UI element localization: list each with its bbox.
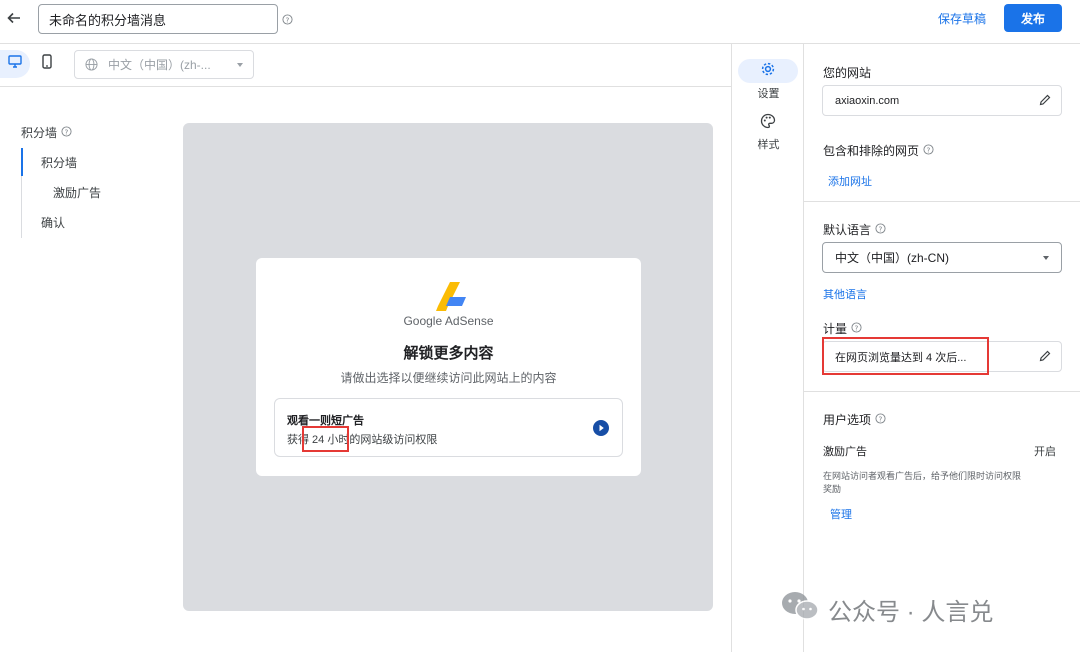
help-icon[interactable]: ? (923, 143, 934, 158)
nav-item-confirm[interactable]: 确认 (41, 214, 65, 231)
watermark: 公众号 · 人言兑 (780, 590, 993, 629)
svg-text:?: ? (927, 145, 931, 154)
pages-label-text: 包含和排除的网页 (823, 144, 920, 158)
back-arrow-icon[interactable] (4, 8, 24, 28)
publish-button[interactable]: 发布 (1004, 4, 1062, 32)
save-draft-button[interactable]: 保存草稿 (928, 4, 996, 32)
nav-active-indicator (21, 148, 23, 176)
measure-label-text: 计量 (823, 322, 848, 336)
adsense-logo-text: Google AdSense (403, 314, 494, 328)
adsense-logo-icon (436, 282, 466, 311)
gear-icon (760, 61, 776, 82)
user-options-label-text: 用户选项 (823, 413, 872, 427)
pencil-icon[interactable] (1039, 350, 1051, 365)
top-bar: ? 保存草稿 发布 (0, 0, 1080, 44)
help-icon[interactable]: ? (282, 12, 293, 30)
help-icon[interactable]: ? (875, 222, 886, 237)
svg-text:?: ? (65, 127, 69, 136)
site-label: 您的网站 (823, 64, 871, 81)
play-arrow-icon (593, 420, 609, 436)
help-icon[interactable]: ? (851, 321, 862, 336)
settings-rail: 设置 样式 (731, 44, 804, 652)
style-tab-label[interactable]: 样式 (732, 136, 805, 152)
unlock-subtitle: 请做出选择以便继续访问此网站上的内容 (340, 371, 557, 385)
nav-item-rewarded-ad[interactable]: 激励广告 (53, 184, 101, 201)
rewarded-ad-label-text: 激励广告 (823, 446, 867, 458)
mobile-icon (42, 54, 52, 74)
message-title-input[interactable] (38, 4, 278, 34)
highlight-box-measure (822, 337, 989, 375)
pencil-icon[interactable] (1039, 94, 1051, 109)
section-divider (804, 201, 1080, 202)
settings-tab-button[interactable] (738, 59, 798, 83)
pages-label: 包含和排除的网页 ? (823, 142, 934, 159)
site-label-text: 您的网站 (823, 66, 872, 80)
settings-tab-label[interactable]: 设置 (732, 85, 805, 101)
default-language-select[interactable]: 中文（中国）(zh-CN) (822, 242, 1062, 273)
help-icon[interactable]: ? (61, 125, 72, 140)
manage-link[interactable]: 管理 (830, 506, 852, 522)
site-value: axiaoxin.com (835, 94, 900, 107)
user-options-label: 用户选项 ? (823, 411, 886, 428)
desktop-icon (8, 55, 22, 73)
rewarded-ad-label: 激励广告 (823, 443, 867, 459)
wechat-icon (780, 590, 820, 629)
chevron-down-icon (1043, 256, 1049, 260)
palette-icon (760, 113, 776, 134)
rewarded-ad-description: 在网站访问者观看广告后，给予他们限时访问权限奖励 (823, 471, 1022, 494)
watermark-text: 公众号 · 人言兑 (828, 599, 994, 626)
svg-text:?: ? (879, 224, 883, 233)
highlight-box-hours (302, 426, 349, 452)
desktop-view-button[interactable] (0, 50, 30, 78)
rewarded-ad-status: 开启 (1034, 446, 1056, 458)
preview-canvas: Google AdSense 解锁更多内容 请做出选择以便继续访问此网站上的内容… (183, 123, 713, 611)
chevron-down-icon (237, 63, 243, 67)
svg-text:?: ? (855, 323, 859, 332)
mobile-view-button[interactable] (36, 50, 58, 78)
default-language-label-text: 默认语言 (823, 223, 872, 237)
unlock-title: 解锁更多内容 (403, 345, 494, 362)
device-toolbar: 中文（中国）(zh-... (0, 44, 731, 87)
nav-heading: 积分墙 ? (21, 124, 161, 141)
svg-text:?: ? (286, 15, 290, 24)
add-url-link[interactable]: 添加网址 (828, 173, 872, 189)
other-languages-link[interactable]: 其他语言 (823, 286, 867, 302)
default-language-label: 默认语言 ? (823, 221, 886, 238)
nav-item-offerwall[interactable]: 积分墙 (41, 154, 77, 171)
help-icon[interactable]: ? (875, 412, 886, 427)
default-language-value: 中文（中国）(zh-CN) (835, 251, 949, 265)
svg-text:?: ? (879, 414, 883, 423)
preview-language-select[interactable]: 中文（中国）(zh-... (74, 50, 254, 79)
style-tab-button[interactable] (738, 111, 798, 135)
globe-icon (85, 58, 98, 71)
site-field[interactable]: axiaoxin.com (822, 85, 1062, 116)
section-divider (804, 391, 1080, 392)
preview-language-value: 中文（中国）(zh-... (108, 58, 211, 72)
nav-heading-label: 积分墙 (21, 126, 58, 140)
measure-label: 计量 ? (823, 320, 862, 337)
